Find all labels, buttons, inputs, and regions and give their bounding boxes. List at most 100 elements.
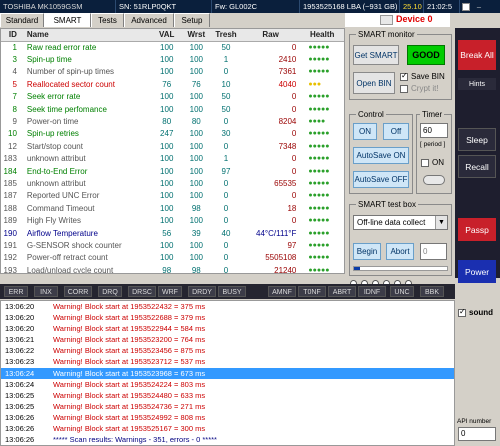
log-entry[interactable]: 13:06:25 Warning! Block start at 19535247… <box>1 401 454 412</box>
flag-idnf: IDNF <box>358 286 386 297</box>
attr-worst: 100 <box>189 253 203 263</box>
tab-smart[interactable]: SMART <box>44 13 91 27</box>
api-number-input[interactable]: 0 <box>458 427 496 441</box>
table-row[interactable]: 190 Airflow Temperature 56 39 40 44°C/111°F ●●… <box>1 227 344 239</box>
autosave-off-button[interactable]: AutoSave OFF <box>353 171 409 188</box>
timer-period-input[interactable]: 60 <box>420 123 448 138</box>
control-off-button[interactable]: Off <box>383 123 409 140</box>
attr-raw: 0 <box>291 154 297 164</box>
test-type-value: Off-line data collect <box>357 218 426 227</box>
passp-button[interactable]: Passp <box>458 218 496 241</box>
power-button[interactable]: Power <box>458 260 496 283</box>
control-on-button[interactable]: ON <box>353 123 377 140</box>
sound-checkbox[interactable] <box>458 307 466 317</box>
firmware-version: Fw: GL002C <box>212 0 300 13</box>
crypt-it-checkbox[interactable] <box>400 85 408 93</box>
attr-health: ●●●●● <box>308 155 330 163</box>
timer-toggle[interactable] <box>423 175 445 185</box>
autosave-on-button[interactable]: AutoSave ON <box>353 147 409 164</box>
table-row[interactable]: 4 Number of spin-up times 100 100 0 7361 ●●●●● <box>1 66 344 78</box>
log-message: Warning! Block start at 1953524736 = 271… <box>53 401 206 411</box>
table-row[interactable]: 8 Seek time perfomance 100 100 50 0 ●●●●● <box>1 103 344 115</box>
log-entry[interactable]: 13:06:26 Warning! Block start at 19535251… <box>1 423 454 434</box>
table-row[interactable]: 10 Spin-up retries 247 100 30 0 ●●●●● <box>1 128 344 140</box>
col-tresh[interactable]: Tresh <box>211 29 241 42</box>
col-raw[interactable]: Raw <box>240 29 301 42</box>
tab-advanced[interactable]: Advanced <box>124 13 174 27</box>
api-number-label: API number <box>457 418 492 425</box>
table-row[interactable]: 5 Reallocated sector count 76 76 10 4040 ●●● <box>1 78 344 90</box>
table-row[interactable]: 188 Command Timeout 100 98 0 18 ●●●●● <box>1 202 344 214</box>
attr-worst: 100 <box>189 92 203 102</box>
get-smart-button[interactable]: Get SMART <box>353 45 399 65</box>
attr-name: Spin-up retries <box>26 129 79 139</box>
log-entry[interactable]: 13:06:20 Warning! Block start at 19535229… <box>1 323 454 334</box>
log-message: Warning! Block start at 1953523968 = 673… <box>53 368 206 378</box>
table-row[interactable]: 193 Load/unload cycle count 98 98 0 21240 ●●●●… <box>1 264 344 273</box>
attr-worst: 100 <box>189 129 203 139</box>
log-entry[interactable]: 13:06:26 Warning! Block start at 19535249… <box>1 412 454 423</box>
log-entry[interactable]: 13:06:22 Warning! Block start at 19535234… <box>1 345 454 356</box>
tab-setup[interactable]: Setup <box>174 13 210 27</box>
attr-raw: 4040 <box>278 79 297 89</box>
log-entry[interactable]: 13:06:24 Warning! Block start at 19535239… <box>1 367 454 379</box>
attr-name: Airflow Temperature <box>26 228 98 238</box>
log-entry[interactable]: 13:06:25 Warning! Block start at 19535244… <box>1 390 454 401</box>
attr-id: 185 <box>3 178 17 188</box>
log-entry[interactable]: 13:06:24 Warning! Block start at 19535242… <box>1 379 454 390</box>
log-time: 13:06:25 <box>5 401 35 411</box>
timer-on-label: ON <box>432 158 444 167</box>
hints-toggle[interactable]: Hints <box>458 78 496 90</box>
table-row[interactable]: 9 Power-on time 80 80 0 8204 ●●●● <box>1 115 344 127</box>
flag-drsc: DRSC <box>128 286 156 297</box>
tab-tests[interactable]: Tests <box>91 13 124 27</box>
table-row[interactable]: 192 Power-off retract count 100 100 0 5505108… <box>1 252 344 264</box>
abort-test-button[interactable]: Abort <box>386 243 414 260</box>
log-time: 13:06:26 <box>5 435 35 445</box>
save-bin-checkbox[interactable] <box>400 71 408 81</box>
table-row[interactable]: 184 End-to-End Error 100 100 97 0 ●●●●● <box>1 165 344 177</box>
col-health[interactable]: Health <box>300 29 344 42</box>
chevron-down-icon[interactable]: ▼ <box>435 216 447 229</box>
begin-test-button[interactable]: Begin <box>353 243 381 260</box>
col-name[interactable]: Name <box>22 29 152 42</box>
log-time: 13:06:23 <box>5 357 35 367</box>
col-id[interactable]: ID <box>1 29 23 42</box>
log-time: 13:06:20 <box>5 302 35 311</box>
log-entry[interactable]: 13:06:20 Warning! Block start at 19535226… <box>1 312 454 323</box>
open-bin-button[interactable]: Open BIN <box>353 72 395 94</box>
attr-id: 190 <box>3 228 17 238</box>
log-entry[interactable]: 13:06:21 Warning! Block start at 19535232… <box>1 334 454 345</box>
log-entry[interactable]: 13:06:20 Warning! Block start at 19535224… <box>1 301 454 312</box>
attr-worst: 100 <box>189 42 203 52</box>
attr-health: ●●●●● <box>308 254 330 262</box>
attr-id: 5 <box>12 79 17 89</box>
lba-capacity: 1953525168 LBA (~931 GB) <box>300 0 400 13</box>
col-val[interactable]: VAL <box>151 29 182 42</box>
sleep-button[interactable]: Sleep <box>458 128 496 151</box>
attr-value: 100 <box>160 104 174 114</box>
table-row[interactable]: 7 Seek error rate 100 100 50 0 ●●●●● <box>1 91 344 103</box>
table-row[interactable]: 12 Start/stop count 100 100 0 7348 ●●●●● <box>1 140 344 152</box>
table-row[interactable]: 185 unknown attribut 100 100 0 65535 ●●●●● <box>1 177 344 189</box>
table-row[interactable]: 183 unknown attribut 100 100 1 0 ●●●●● <box>1 153 344 165</box>
minimize-icon[interactable]: – <box>472 2 486 11</box>
break-all-button[interactable]: Break All <box>458 40 496 70</box>
timer-on-checkbox[interactable] <box>421 159 429 167</box>
log-entry[interactable]: 13:06:26 ***** Scan results: Warnings - 3… <box>1 434 454 445</box>
attr-name: Start/stop count <box>26 141 83 151</box>
col-wrst[interactable]: Wrst <box>181 29 212 42</box>
event-log[interactable]: 13:06:20 Warning! Block start at 19535224… <box>0 300 455 446</box>
table-row[interactable]: 191 G-SENSOR shock counter 100 100 0 97 ●●●●● <box>1 239 344 251</box>
tab-standard[interactable]: Standard <box>0 13 44 27</box>
test-type-select[interactable]: Off-line data collect ▼ <box>353 215 448 230</box>
table-row[interactable]: 187 Reported UNC Error 100 100 0 0 ●●●●● <box>1 190 344 202</box>
recall-button[interactable]: Recall <box>458 155 496 178</box>
table-row[interactable]: 1 Raw read error rate 100 100 50 0 ●●●●● <box>1 41 344 53</box>
flag-bbk: BBK <box>420 286 444 297</box>
table-row[interactable]: 189 High Fly Writes 100 100 0 0 ●●●●● <box>1 214 344 226</box>
health-status-badge: GOOD <box>407 45 445 65</box>
log-entry[interactable]: 13:06:23 Warning! Block start at 19535237… <box>1 356 454 367</box>
table-row[interactable]: 3 Spin-up time 100 100 1 2410 ●●●●● <box>1 53 344 65</box>
attr-name: Power-on time <box>26 117 79 127</box>
